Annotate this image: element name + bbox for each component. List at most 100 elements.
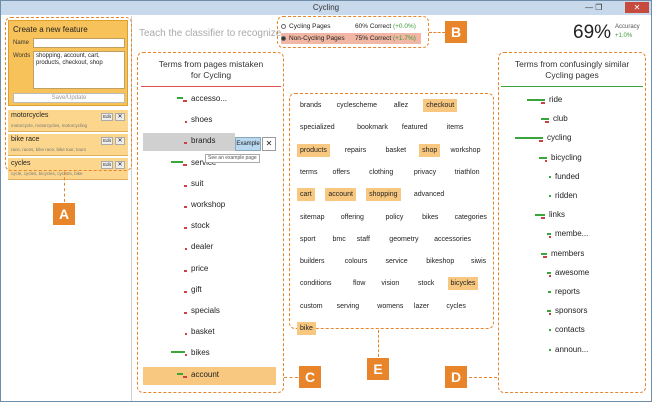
left-term-item[interactable]: dealer — [191, 242, 213, 251]
radio-cycling[interactable] — [281, 23, 286, 29]
cloud-term[interactable]: stock — [415, 277, 437, 290]
callout-a-frame — [5, 17, 132, 171]
term-score-bar-red — [183, 375, 187, 378]
left-term-item[interactable]: workshop — [191, 200, 225, 209]
cloud-term[interactable]: clothing — [366, 166, 396, 179]
cloud-term[interactable]: brands — [297, 99, 324, 112]
cloud-term[interactable]: cyclescheme — [334, 99, 380, 112]
right-term-item[interactable]: ride — [549, 95, 562, 104]
cloud-term[interactable]: geometry — [386, 233, 421, 246]
term-score-bar-green — [548, 291, 551, 293]
cloud-term[interactable]: custom — [297, 300, 326, 313]
window-controls[interactable]: — ❐ — [585, 1, 602, 15]
right-term-item[interactable]: members — [551, 249, 584, 258]
left-term-item[interactable]: bikes — [191, 348, 210, 357]
cloud-term[interactable]: colours — [342, 255, 371, 268]
cloud-term[interactable]: sport — [297, 233, 319, 246]
right-term-item[interactable]: club — [553, 114, 568, 123]
title-bar: Cycling — [1, 1, 651, 15]
example-tooltip: See an example page — [205, 154, 260, 163]
stat-row-cycling[interactable]: Cycling Pages 60% Correct (+0.0%) — [281, 21, 421, 32]
left-term-item[interactable]: stock — [191, 221, 210, 230]
right-term-item[interactable]: funded — [555, 172, 579, 181]
cloud-term[interactable]: specialized — [297, 121, 338, 134]
cloud-term[interactable]: privacy — [411, 166, 439, 179]
right-term-item[interactable]: membe... — [555, 229, 588, 238]
left-term-item[interactable]: specials — [191, 306, 220, 315]
cloud-term[interactable]: cart — [297, 188, 315, 202]
class-stats: Cycling Pages 60% Correct (+0.0%) Non-Cyc… — [279, 18, 427, 46]
cloud-term[interactable]: checkout — [423, 99, 458, 112]
cloud-term[interactable]: items — [444, 121, 467, 134]
cloud-term[interactable]: categories — [452, 211, 490, 224]
cloud-term[interactable]: service — [383, 255, 411, 268]
selected-term-row[interactable] — [143, 133, 235, 152]
right-term-item[interactable]: ridden — [555, 191, 577, 200]
cloud-term[interactable]: policy — [383, 211, 407, 224]
right-term-item[interactable]: contacts — [555, 325, 585, 334]
term-score-bar-green — [535, 214, 545, 217]
cloud-term[interactable]: vision — [378, 277, 402, 290]
cloud-term[interactable]: staff — [354, 233, 373, 246]
left-term-item[interactable]: gift — [191, 285, 202, 294]
cloud-term[interactable]: accessories — [431, 233, 474, 246]
left-term-item[interactable]: suit — [191, 179, 203, 188]
close-example-button[interactable]: ✕ — [262, 137, 276, 151]
cloud-term[interactable]: terms — [297, 166, 321, 179]
cloud-term[interactable]: account — [325, 188, 356, 202]
cloud-term[interactable]: bookmark — [354, 121, 391, 134]
cloud-term[interactable]: basket — [383, 144, 410, 157]
cloud-term[interactable]: bikes — [419, 211, 441, 224]
close-window-button[interactable]: ✕ — [625, 2, 649, 13]
term-score-bar-green — [549, 348, 551, 351]
right-term-item[interactable]: awesome — [555, 268, 589, 277]
stat-row-non-cycling[interactable]: Non-Cycling Pages 75% Correct (+1.7%) — [281, 33, 421, 44]
left-term-item[interactable]: price — [191, 264, 208, 273]
right-term-item[interactable]: links — [549, 210, 565, 219]
cloud-term[interactable]: shop — [419, 143, 441, 157]
cloud-term[interactable]: builders — [297, 255, 328, 268]
cloud-term[interactable]: conditions — [297, 277, 335, 290]
left-term-item[interactable]: shoes — [191, 115, 212, 124]
cloud-term[interactable]: offering — [338, 211, 367, 224]
cloud-term[interactable]: triathlon — [452, 166, 483, 179]
radio-non-cycling[interactable] — [281, 35, 286, 41]
right-column-underline — [501, 86, 643, 87]
cloud-term[interactable]: cycles — [443, 300, 468, 313]
cloud-term[interactable]: lazer — [411, 300, 432, 313]
cloud-term[interactable]: products — [297, 143, 330, 157]
cloud-term[interactable]: bikeshop — [423, 255, 457, 268]
term-score-bar-red — [541, 102, 545, 104]
right-term-item[interactable]: cycling — [547, 133, 571, 142]
cloud-term[interactable]: bike — [297, 322, 316, 335]
cloud-term[interactable]: bicycles — [447, 277, 479, 291]
cloud-term[interactable]: serving — [334, 300, 363, 313]
cloud-term[interactable]: bmc — [330, 233, 349, 246]
term-score-bar-red — [185, 354, 187, 357]
cloud-term[interactable]: siwis — [468, 255, 489, 268]
example-button[interactable]: Example — [235, 137, 261, 151]
cloud-term[interactable]: womens — [374, 300, 406, 313]
left-term-item[interactable]: account — [191, 370, 219, 379]
right-term-item[interactable]: sponsors — [555, 306, 587, 315]
cloud-term[interactable]: allez — [391, 99, 411, 112]
cloud-term[interactable]: shopping — [366, 188, 401, 202]
left-term-item[interactable]: brands — [191, 136, 215, 145]
term-score-bar-green — [171, 351, 185, 354]
cloud-term[interactable]: sitemap — [297, 211, 328, 224]
term-score-bar-green — [171, 160, 183, 163]
term-score-bar-red — [545, 121, 549, 124]
right-term-item[interactable]: bicycling — [551, 153, 582, 162]
left-term-item[interactable]: accesso... — [191, 94, 227, 103]
cloud-term[interactable]: repairs — [342, 144, 369, 157]
cloud-term[interactable]: workshop — [448, 144, 484, 157]
right-term-item[interactable]: announ... — [555, 345, 588, 354]
term-score-bar-red — [183, 163, 187, 166]
term-score-bar-green — [549, 195, 551, 197]
cloud-term[interactable]: offers — [330, 166, 353, 179]
cloud-term[interactable]: featured — [399, 121, 431, 134]
right-term-item[interactable]: reports — [555, 287, 580, 296]
cloud-term[interactable]: flow — [350, 277, 368, 290]
cloud-term[interactable]: advanced — [411, 188, 447, 201]
left-term-item[interactable]: basket — [191, 327, 215, 336]
